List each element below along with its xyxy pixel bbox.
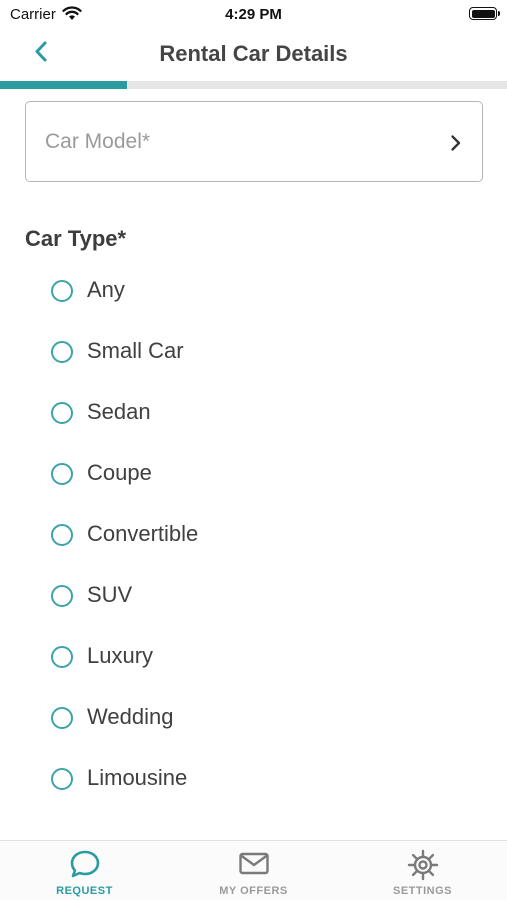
radio-circle [51,768,73,790]
radio-option-small-car[interactable]: Small Car [48,331,448,375]
radio-option-limousine[interactable]: Limousine [48,758,448,802]
page-title: Rental Car Details [159,41,348,66]
radio-circle [51,341,73,363]
progress-bar [0,81,507,89]
radio-circle [51,402,73,424]
radio-option-convertible[interactable]: Convertible [48,514,448,558]
envelope-icon [238,852,269,875]
radio-circle [51,280,73,302]
radio-option-wedding[interactable]: Wedding [48,697,448,741]
battery-icon [469,7,500,20]
radio-label: Convertible [87,521,199,546]
status-bar: Carrier 4:29 PM [0,0,507,30]
radio-label: Coupe [87,460,152,485]
radio-label: Any [87,277,125,302]
radio-option-suv[interactable]: SUV [48,575,448,619]
radio-label: Limousine [87,765,188,790]
progress-fill [0,81,127,89]
radio-option-sedan[interactable]: Sedan [48,392,448,436]
radio-option-coupe[interactable]: Coupe [48,453,448,497]
car-model-field[interactable]: Car Model* [25,101,483,182]
nav-bar: Rental Car Details [0,30,507,80]
status-time: 4:29 PM [225,6,282,23]
radio-label: Wedding [87,704,174,729]
tab-bar: REQUEST MY OFFERS SETTINGS [0,840,507,900]
radio-circle [51,707,73,729]
tab-label: MY OFFERS [219,885,288,897]
radio-label: SUV [87,582,133,607]
car-type-label: Car Type* [25,226,127,251]
radio-circle [51,646,73,668]
radio-circle [51,585,73,607]
radio-circle [51,524,73,546]
car-model-placeholder: Car Model* [45,130,151,153]
radio-label: Sedan [87,399,151,424]
chevron-right-icon [451,135,461,151]
radio-label: Luxury [87,643,154,668]
tab-settings[interactable]: SETTINGS [338,841,507,900]
tab-request[interactable]: REQUEST [0,841,169,900]
gear-icon [407,849,438,881]
radio-circle [51,463,73,485]
tab-label: REQUEST [56,885,113,897]
tab-my-offers[interactable]: MY OFFERS [169,841,338,900]
tab-label: SETTINGS [392,885,452,897]
radio-label: Small Car [87,338,184,363]
radio-option-luxury[interactable]: Luxury [48,636,448,680]
chat-bubble-icon [70,850,99,878]
radio-option-any[interactable]: Any [48,270,448,314]
